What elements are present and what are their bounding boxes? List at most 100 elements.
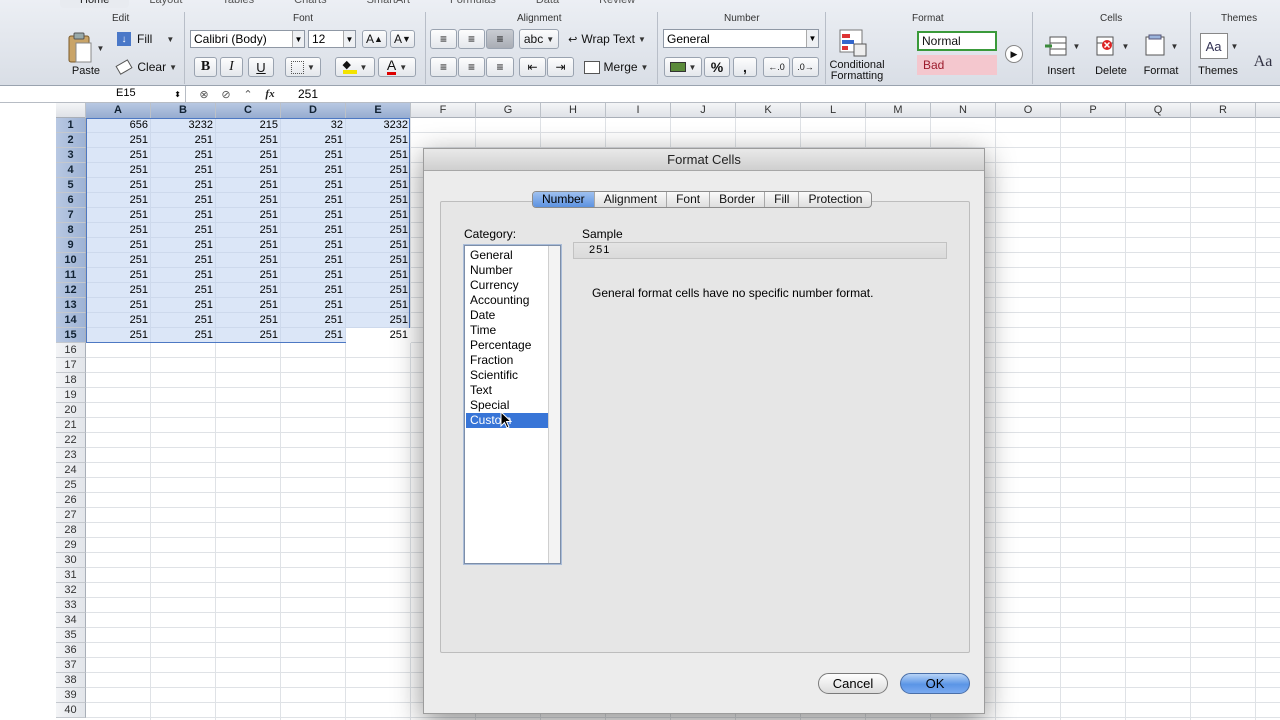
- row-header[interactable]: 15: [56, 328, 86, 343]
- cell[interactable]: 251: [346, 313, 411, 328]
- row-header[interactable]: 16: [56, 343, 86, 358]
- row-header[interactable]: 9: [56, 238, 86, 253]
- row-header[interactable]: 27: [56, 508, 86, 523]
- cell[interactable]: 251: [346, 253, 411, 268]
- styles-next-button[interactable]: ▶: [1005, 45, 1023, 63]
- tab-smartart[interactable]: SmartArt: [347, 0, 430, 8]
- row-header[interactable]: 28: [56, 523, 86, 538]
- tab-alignment[interactable]: Alignment: [595, 192, 668, 207]
- category-item-percentage[interactable]: Percentage: [466, 338, 548, 353]
- tab-formulas[interactable]: Formulas: [430, 0, 516, 8]
- shrink-font-button[interactable]: A ▼: [390, 30, 415, 48]
- row-header[interactable]: 26: [56, 493, 86, 508]
- category-item-accounting[interactable]: Accounting: [466, 293, 548, 308]
- formula-input[interactable]: 251: [298, 87, 318, 101]
- cell[interactable]: 251: [151, 193, 216, 208]
- cell[interactable]: 251: [346, 268, 411, 283]
- cell[interactable]: 251: [216, 238, 281, 253]
- format-cells-button[interactable]: ▼: [1138, 28, 1182, 64]
- column-header-l[interactable]: L: [801, 103, 866, 118]
- tab-tables[interactable]: Tables: [202, 0, 274, 8]
- row-header[interactable]: 13: [56, 298, 86, 313]
- column-header-i[interactable]: I: [606, 103, 671, 118]
- cell[interactable]: 251: [346, 148, 411, 163]
- tab-fill[interactable]: Fill: [765, 192, 800, 207]
- row-header[interactable]: 36: [56, 643, 86, 658]
- cell[interactable]: 251: [151, 223, 216, 238]
- cell[interactable]: 251: [346, 298, 411, 313]
- row-header[interactable]: 12: [56, 283, 86, 298]
- cell[interactable]: 251: [281, 298, 346, 313]
- cell[interactable]: 251: [281, 268, 346, 283]
- row-header[interactable]: 22: [56, 433, 86, 448]
- column-header-n[interactable]: N: [931, 103, 996, 118]
- row-header[interactable]: 21: [56, 418, 86, 433]
- align-middle-button[interactable]: ≡: [458, 29, 485, 49]
- wrap-text-button[interactable]: ↩ Wrap Text ▼: [563, 29, 651, 49]
- cell[interactable]: 251: [86, 253, 151, 268]
- row-header[interactable]: 35: [56, 628, 86, 643]
- percent-button[interactable]: %: [704, 57, 730, 77]
- font-color-button[interactable]: A ▼: [378, 57, 416, 77]
- row-header[interactable]: 40: [56, 703, 86, 718]
- delete-cells-button[interactable]: ▼: [1089, 28, 1133, 64]
- column-header-e[interactable]: E: [346, 103, 411, 118]
- category-item-number[interactable]: Number: [466, 263, 548, 278]
- cell[interactable]: 251: [216, 148, 281, 163]
- category-list[interactable]: General Number Currency Accounting Date Time P…: [464, 245, 561, 564]
- row-header[interactable]: 39: [56, 688, 86, 703]
- row-header[interactable]: 31: [56, 568, 86, 583]
- column-header-q[interactable]: Q: [1126, 103, 1191, 118]
- cell[interactable]: 251: [346, 328, 411, 343]
- clear-button[interactable]: Clear ▼: [115, 58, 178, 76]
- cell[interactable]: 251: [86, 298, 151, 313]
- cancel-button[interactable]: Cancel: [818, 673, 888, 694]
- cell[interactable]: 32: [281, 118, 346, 133]
- cell[interactable]: 251: [281, 163, 346, 178]
- spinner-icon[interactable]: ⬍: [174, 87, 181, 102]
- tab-charts[interactable]: Charts: [274, 0, 346, 8]
- italic-button[interactable]: I: [220, 57, 243, 77]
- cell[interactable]: 251: [216, 133, 281, 148]
- cell[interactable]: 251: [281, 193, 346, 208]
- category-item-currency[interactable]: Currency: [466, 278, 548, 293]
- row-header[interactable]: 11: [56, 268, 86, 283]
- name-box[interactable]: E15 ⬍: [58, 86, 186, 102]
- number-format-select[interactable]: General ▼: [663, 29, 819, 48]
- font-size-select[interactable]: 12 ▼: [308, 30, 356, 48]
- row-header[interactable]: 3: [56, 148, 86, 163]
- underline-button[interactable]: U: [248, 57, 274, 77]
- cell[interactable]: 251: [346, 283, 411, 298]
- cell[interactable]: 251: [216, 208, 281, 223]
- row-header[interactable]: 5: [56, 178, 86, 193]
- column-header-r[interactable]: R: [1191, 103, 1256, 118]
- conditional-formatting-button[interactable]: [833, 26, 873, 60]
- cell[interactable]: 251: [281, 238, 346, 253]
- theme-fonts-button[interactable]: Aa: [1248, 50, 1278, 74]
- row-header[interactable]: 19: [56, 388, 86, 403]
- tab-number[interactable]: Number: [533, 192, 595, 207]
- fill-button[interactable]: ↓ Fill ▼: [116, 30, 176, 48]
- cell[interactable]: 251: [86, 193, 151, 208]
- cell[interactable]: 251: [216, 298, 281, 313]
- column-header-j[interactable]: J: [671, 103, 736, 118]
- cell[interactable]: 251: [86, 223, 151, 238]
- bold-button[interactable]: B: [194, 57, 217, 77]
- cell[interactable]: 251: [86, 268, 151, 283]
- cell[interactable]: 251: [216, 283, 281, 298]
- cell[interactable]: 251: [216, 313, 281, 328]
- cell[interactable]: 251: [151, 163, 216, 178]
- cell[interactable]: 251: [86, 238, 151, 253]
- cell[interactable]: 251: [281, 328, 346, 343]
- row-header[interactable]: 30: [56, 553, 86, 568]
- align-center-button[interactable]: ≡: [458, 57, 485, 77]
- cell[interactable]: 251: [86, 328, 151, 343]
- row-header[interactable]: 7: [56, 208, 86, 223]
- cell[interactable]: 3232: [346, 118, 411, 133]
- cell[interactable]: 251: [216, 328, 281, 343]
- row-header[interactable]: 25: [56, 478, 86, 493]
- cell[interactable]: 251: [216, 253, 281, 268]
- column-header-a[interactable]: A: [86, 103, 151, 118]
- column-header-f[interactable]: F: [411, 103, 476, 118]
- select-all-corner[interactable]: [56, 103, 86, 118]
